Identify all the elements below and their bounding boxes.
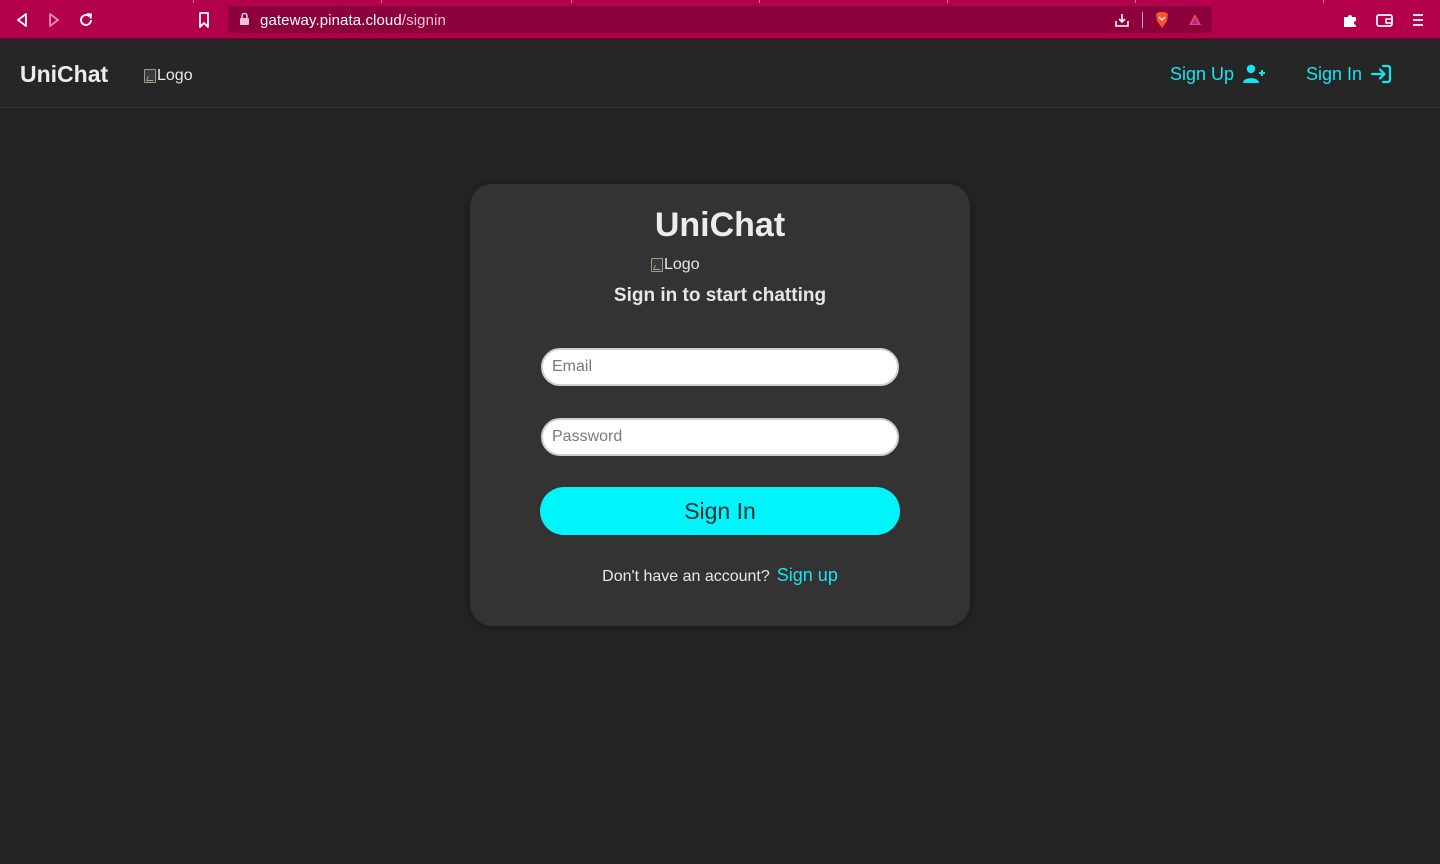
back-arrow-icon[interactable]	[10, 8, 34, 32]
email-field[interactable]	[541, 348, 899, 386]
download-icon[interactable]	[1112, 10, 1132, 30]
card-logo-image: Logo	[651, 256, 700, 274]
wallet-icon[interactable]	[1372, 8, 1396, 32]
signup-prompt-text: Don't have an account?	[602, 568, 770, 585]
nav-sign-in-label: Sign In	[1306, 63, 1363, 84]
nav-sign-in-link[interactable]: Sign In	[1306, 62, 1392, 86]
url-text: gateway.pinata.cloud/signin	[260, 12, 446, 29]
nav-sign-up-link[interactable]: Sign Up	[1170, 62, 1266, 86]
sign-in-button[interactable]: Sign In	[540, 487, 900, 535]
sign-up-link[interactable]: Sign up	[777, 565, 838, 585]
address-bar-divider	[1142, 12, 1143, 28]
bookmark-icon[interactable]	[192, 8, 216, 32]
puzzle-icon[interactable]	[1338, 8, 1362, 32]
logo-image: Logo	[144, 67, 193, 85]
app-navbar: UniChat Logo Sign Up Sign In	[0, 40, 1440, 108]
address-bar[interactable]: gateway.pinata.cloud/signin	[228, 6, 1212, 33]
signin-card: UniChat Logo Sign in to start chatting S…	[470, 184, 970, 626]
card-title: UniChat	[654, 206, 786, 244]
lock-icon	[239, 12, 250, 31]
broken-image-icon	[651, 258, 663, 272]
broken-image-icon	[144, 69, 156, 83]
browser-toolbar: gateway.pinata.cloud/signin	[0, 0, 1440, 39]
hamburger-menu-icon[interactable]	[1406, 8, 1430, 32]
brand-name[interactable]: UniChat	[20, 61, 108, 88]
logo-alt-text: Logo	[157, 67, 193, 84]
signup-prompt: Don't have an account? Sign up	[470, 565, 970, 586]
card-subtitle: Sign in to start chatting	[613, 285, 827, 306]
brave-shield-icon[interactable]	[1152, 10, 1172, 30]
password-field[interactable]	[541, 418, 899, 456]
forward-arrow-icon[interactable]	[42, 8, 66, 32]
sign-in-icon	[1370, 64, 1392, 84]
card-logo-alt-text: Logo	[664, 256, 700, 273]
brave-rewards-icon[interactable]	[1185, 10, 1205, 30]
reload-icon[interactable]	[74, 8, 98, 32]
add-user-icon	[1243, 64, 1266, 83]
tab-strip-edge	[0, 0, 1440, 3]
nav-sign-up-label: Sign Up	[1170, 63, 1235, 84]
